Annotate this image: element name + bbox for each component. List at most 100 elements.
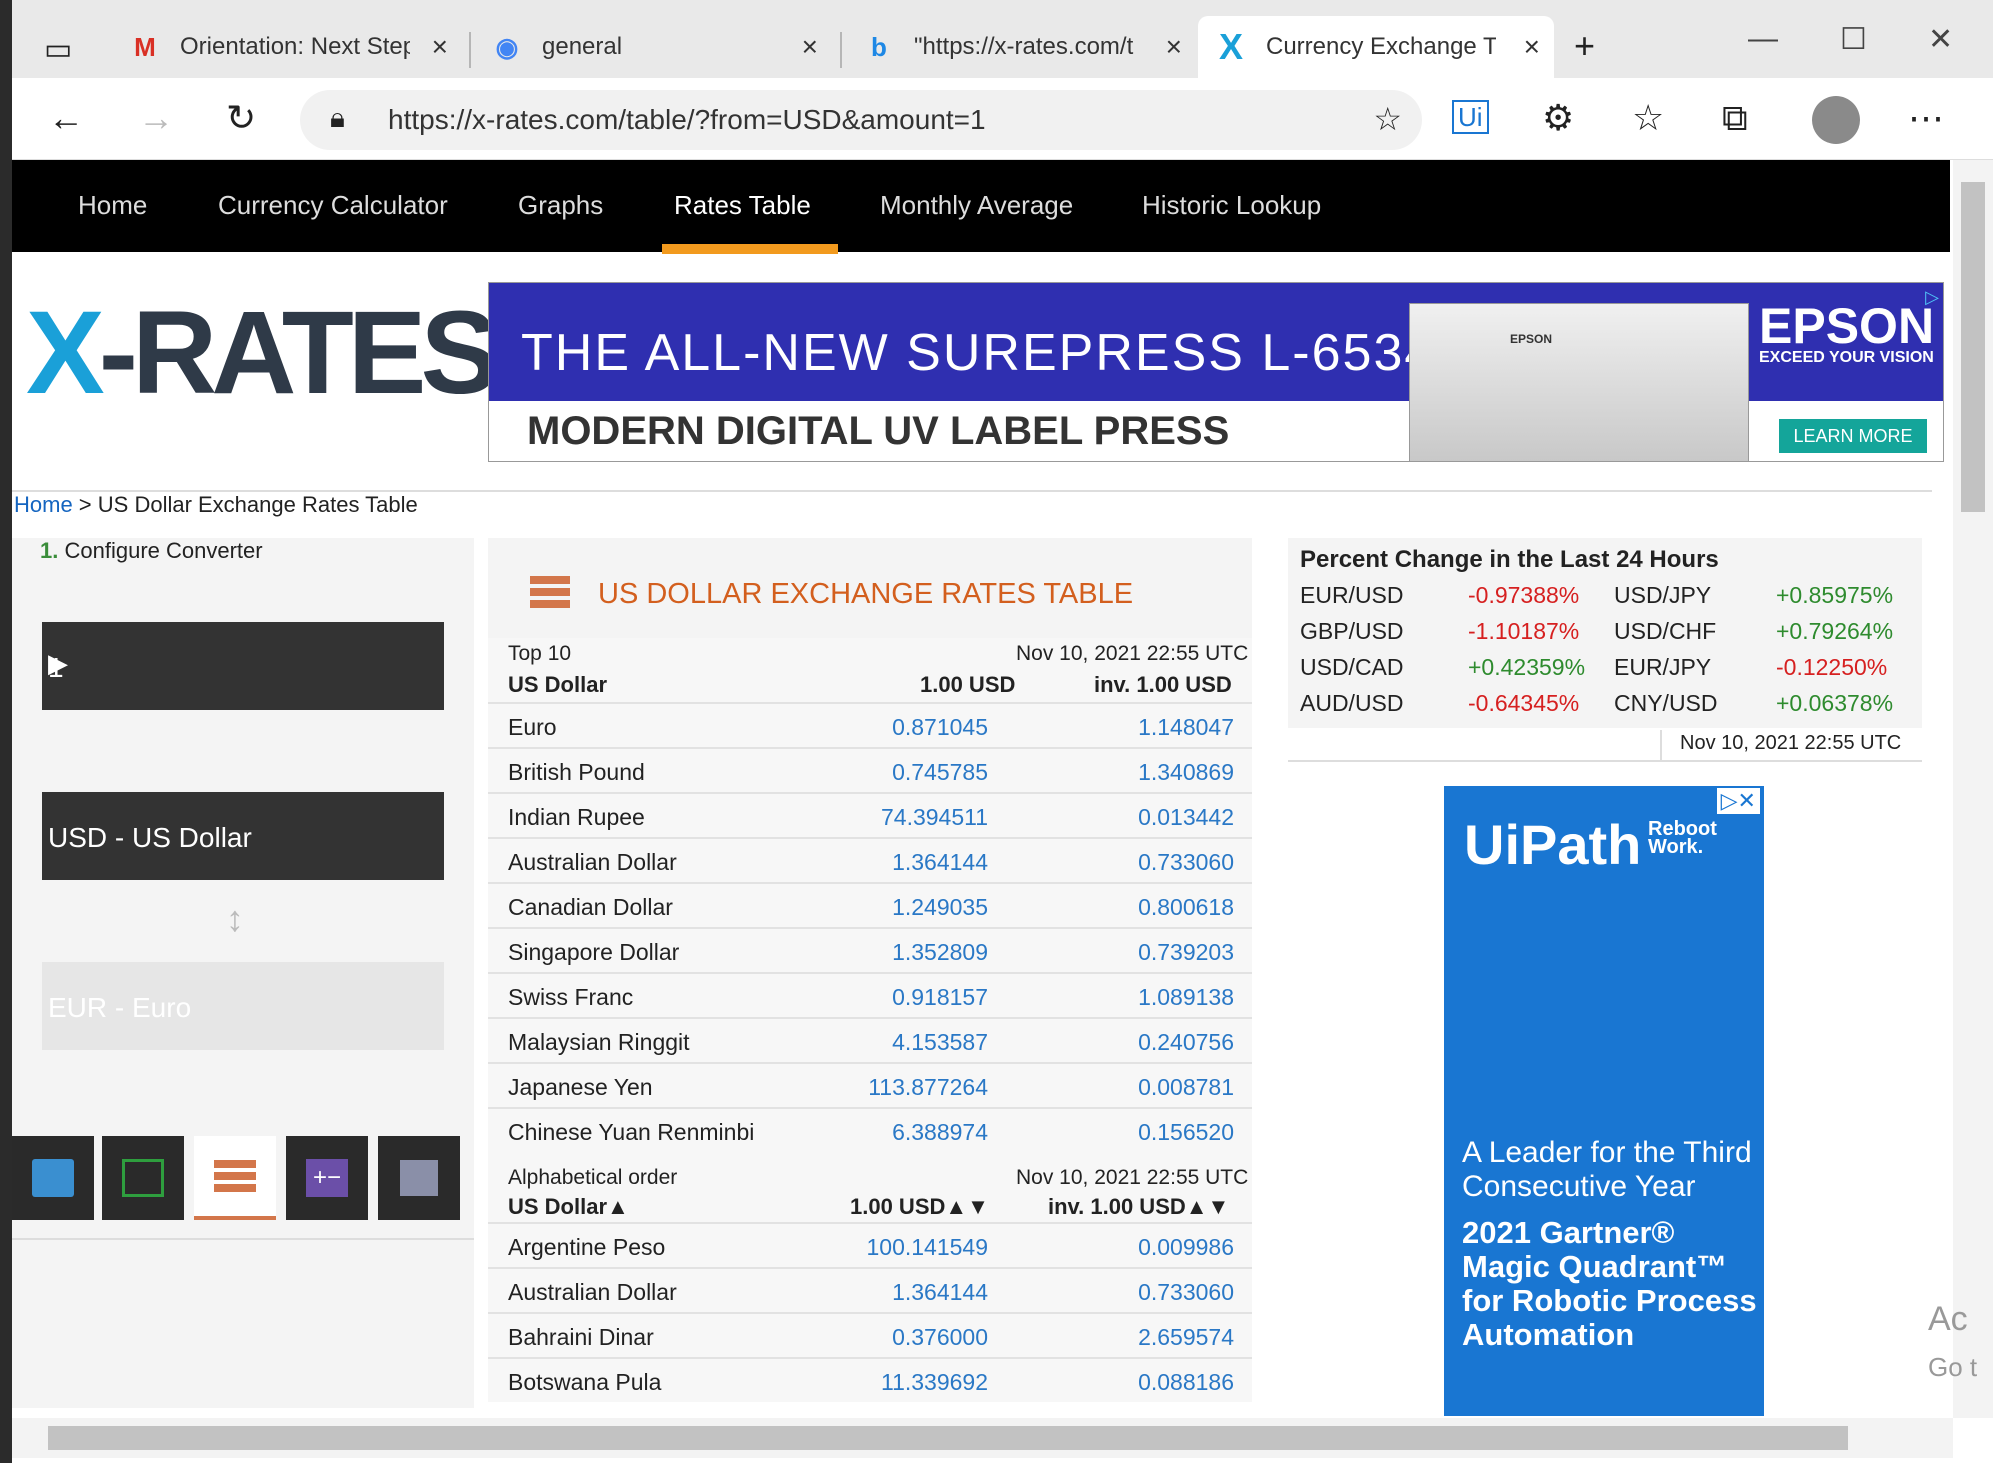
tab-general[interactable]: ◉ general ×	[474, 16, 832, 78]
rate-link[interactable]: 0.871045	[892, 714, 988, 741]
maximize-icon[interactable]: ☐	[1840, 22, 1867, 57]
uipath-extension-icon[interactable]: Ui	[1452, 100, 1489, 134]
close-tab-icon[interactable]: ×	[1524, 31, 1540, 63]
rate-link[interactable]: 1.364144	[892, 849, 988, 876]
currency-pair[interactable]: CNY/USD	[1614, 690, 1718, 717]
rate-link[interactable]: 0.918157	[892, 984, 988, 1011]
scroll-thumb[interactable]	[48, 1426, 1848, 1450]
rates-table-icon[interactable]	[194, 1136, 276, 1220]
rate-link[interactable]: 4.153587	[892, 1029, 988, 1056]
more-menu-icon[interactable]: ⋯	[1908, 98, 1944, 138]
inverse-rate-link[interactable]: 0.739203	[1138, 939, 1234, 966]
inverse-rate-link[interactable]: 0.240756	[1138, 1029, 1234, 1056]
favorites-icon[interactable]: ☆	[1632, 98, 1664, 138]
currency-pair[interactable]: AUD/USD	[1300, 690, 1404, 717]
tab-gmail[interactable]: M Orientation: Next Step ×	[112, 16, 462, 78]
tab-bing[interactable]: b "https://x-rates.com/t ×	[846, 16, 1196, 78]
epson-logo: EPSON	[1759, 298, 1935, 354]
forward-icon[interactable]: →	[138, 98, 174, 138]
nav-currency-calculator[interactable]: Currency Calculator	[218, 190, 448, 221]
rate-link[interactable]: 6.388974	[892, 1119, 988, 1146]
alpha-base-sort[interactable]: US Dollar▲	[508, 1194, 629, 1220]
currency-name: Australian Dollar	[508, 1279, 677, 1305]
monthly-average-icon[interactable]: +−	[286, 1136, 368, 1220]
inverse-rate-link[interactable]: 0.009986	[1138, 1234, 1234, 1261]
rate-link[interactable]: 100.141549	[866, 1234, 988, 1261]
inverse-rate-link[interactable]: 2.659574	[1138, 1324, 1234, 1351]
inverse-rate-link[interactable]: 1.089138	[1138, 984, 1234, 1011]
learn-more-button[interactable]: LEARN MORE	[1779, 419, 1927, 453]
percent-change-box: Percent Change in the Last 24 Hours EUR/…	[1288, 538, 1922, 728]
tab-currency-exchange[interactable]: X Currency Exchange Ta ×	[1198, 16, 1554, 78]
nav-graphs[interactable]: Graphs	[518, 190, 603, 221]
rate-link[interactable]: 1.364144	[892, 1279, 988, 1306]
scroll-thumb[interactable]	[1961, 182, 1985, 512]
close-window-icon[interactable]: ✕	[1928, 22, 1953, 57]
amount-input[interactable]: 1 ▶	[42, 622, 444, 710]
inverse-rate-link[interactable]: 0.013442	[1138, 804, 1234, 831]
vertical-scrollbar[interactable]	[1953, 160, 1993, 1418]
currency-pair[interactable]: GBP/USD	[1300, 618, 1404, 645]
back-icon[interactable]: ←	[48, 98, 84, 138]
profile-avatar[interactable]	[1812, 96, 1860, 144]
breadcrumb-home-link[interactable]: Home	[14, 492, 73, 517]
new-tab-icon[interactable]: +	[1574, 26, 1595, 66]
nav-rates-table[interactable]: Rates Table	[674, 190, 811, 221]
inverse-rate-link[interactable]: 0.008781	[1138, 1074, 1234, 1101]
currency-pair[interactable]: USD/CHF	[1614, 618, 1716, 645]
rate-link[interactable]: 1.249035	[892, 894, 988, 921]
currency-name: Indian Rupee	[508, 804, 645, 830]
collections-icon[interactable]: ⧉	[1722, 98, 1748, 138]
ad-reboot: Reboot Work.	[1648, 818, 1717, 858]
currency-pair[interactable]: USD/CAD	[1300, 654, 1404, 681]
graph-icon[interactable]	[102, 1136, 184, 1220]
rate-link[interactable]: 0.376000	[892, 1324, 988, 1351]
currency-pair[interactable]: EUR/USD	[1300, 582, 1404, 609]
close-tab-icon[interactable]: ×	[432, 31, 448, 63]
currency-pair[interactable]: USD/JPY	[1614, 582, 1711, 609]
currency-pair[interactable]: EUR/JPY	[1614, 654, 1711, 681]
inverse-rate-link[interactable]: 0.156520	[1138, 1119, 1234, 1146]
table-row: Chinese Yuan Renminbi 6.388974 0.156520	[488, 1107, 1252, 1152]
reload-icon[interactable]: ↻	[226, 98, 256, 138]
inverse-rate-link[interactable]: 1.148047	[1138, 714, 1234, 741]
alpha-inverse-sort[interactable]: inv. 1.00 USD▲▼	[1048, 1194, 1229, 1220]
address-bar[interactable]: 🔒︎ https://x-rates.com/table/?from=USD&a…	[300, 90, 1422, 150]
rate-link[interactable]: 113.877264	[868, 1074, 988, 1101]
percent-change-panel: Percent Change in the Last 24 Hours EUR/…	[1288, 538, 1944, 1418]
rate-link[interactable]: 1.352809	[892, 939, 988, 966]
lock-icon[interactable]: 🔒︎	[330, 102, 345, 135]
calculator-icon[interactable]	[12, 1136, 94, 1220]
inverse-rate-link[interactable]: 1.340869	[1138, 759, 1234, 786]
url-text[interactable]: https://x-rates.com/table/?from=USD&amou…	[388, 104, 986, 136]
rate-link[interactable]: 74.394511	[881, 804, 988, 831]
nav-home[interactable]: Home	[78, 190, 147, 221]
nav-historic-lookup[interactable]: Historic Lookup	[1142, 190, 1321, 221]
minimize-icon[interactable]: —	[1748, 22, 1778, 56]
epson-ad-banner[interactable]: THE ALL-NEW SUREPRESS L-6534 MODERN DIGI…	[488, 282, 1944, 462]
adchoices-icon[interactable]: ▷	[1925, 287, 1939, 308]
close-tab-icon[interactable]: ×	[1166, 31, 1182, 63]
horizontal-scrollbar[interactable]	[12, 1418, 1953, 1458]
close-tab-icon[interactable]: ×	[802, 31, 818, 63]
play-icon[interactable]: ▶	[48, 648, 422, 679]
inverse-rate-link[interactable]: 0.800618	[1138, 894, 1234, 921]
nav-monthly-average[interactable]: Monthly Average	[880, 190, 1073, 221]
inverse-rate-link[interactable]: 0.733060	[1138, 849, 1234, 876]
from-currency-select[interactable]: USD - US Dollar	[42, 792, 444, 880]
rate-link[interactable]: 0.745785	[892, 759, 988, 786]
swap-icon[interactable]: ↕	[226, 898, 244, 940]
xrates-logo[interactable]: X-RATES™	[26, 285, 507, 421]
alpha-rate-sort[interactable]: 1.00 USD▲▼	[850, 1194, 989, 1220]
tab-actions-icon[interactable]: ▭	[44, 30, 72, 70]
add-favorite-icon[interactable]: ☆	[1373, 100, 1402, 138]
currency-name: Singapore Dollar	[508, 939, 680, 965]
uipath-ad[interactable]: UiPath Reboot Work. ▷✕ A Leader for the T…	[1444, 786, 1764, 1416]
inverse-rate-link[interactable]: 0.088186	[1138, 1369, 1234, 1396]
to-currency-select[interactable]: EUR - Euro	[42, 962, 444, 1050]
adchoices-close-icon[interactable]: ▷✕	[1716, 788, 1760, 814]
inverse-rate-link[interactable]: 0.733060	[1138, 1279, 1234, 1306]
rate-link[interactable]: 11.339692	[881, 1369, 988, 1396]
extensions-icon[interactable]: ⚙	[1542, 98, 1574, 138]
calendar-icon[interactable]	[378, 1136, 460, 1220]
